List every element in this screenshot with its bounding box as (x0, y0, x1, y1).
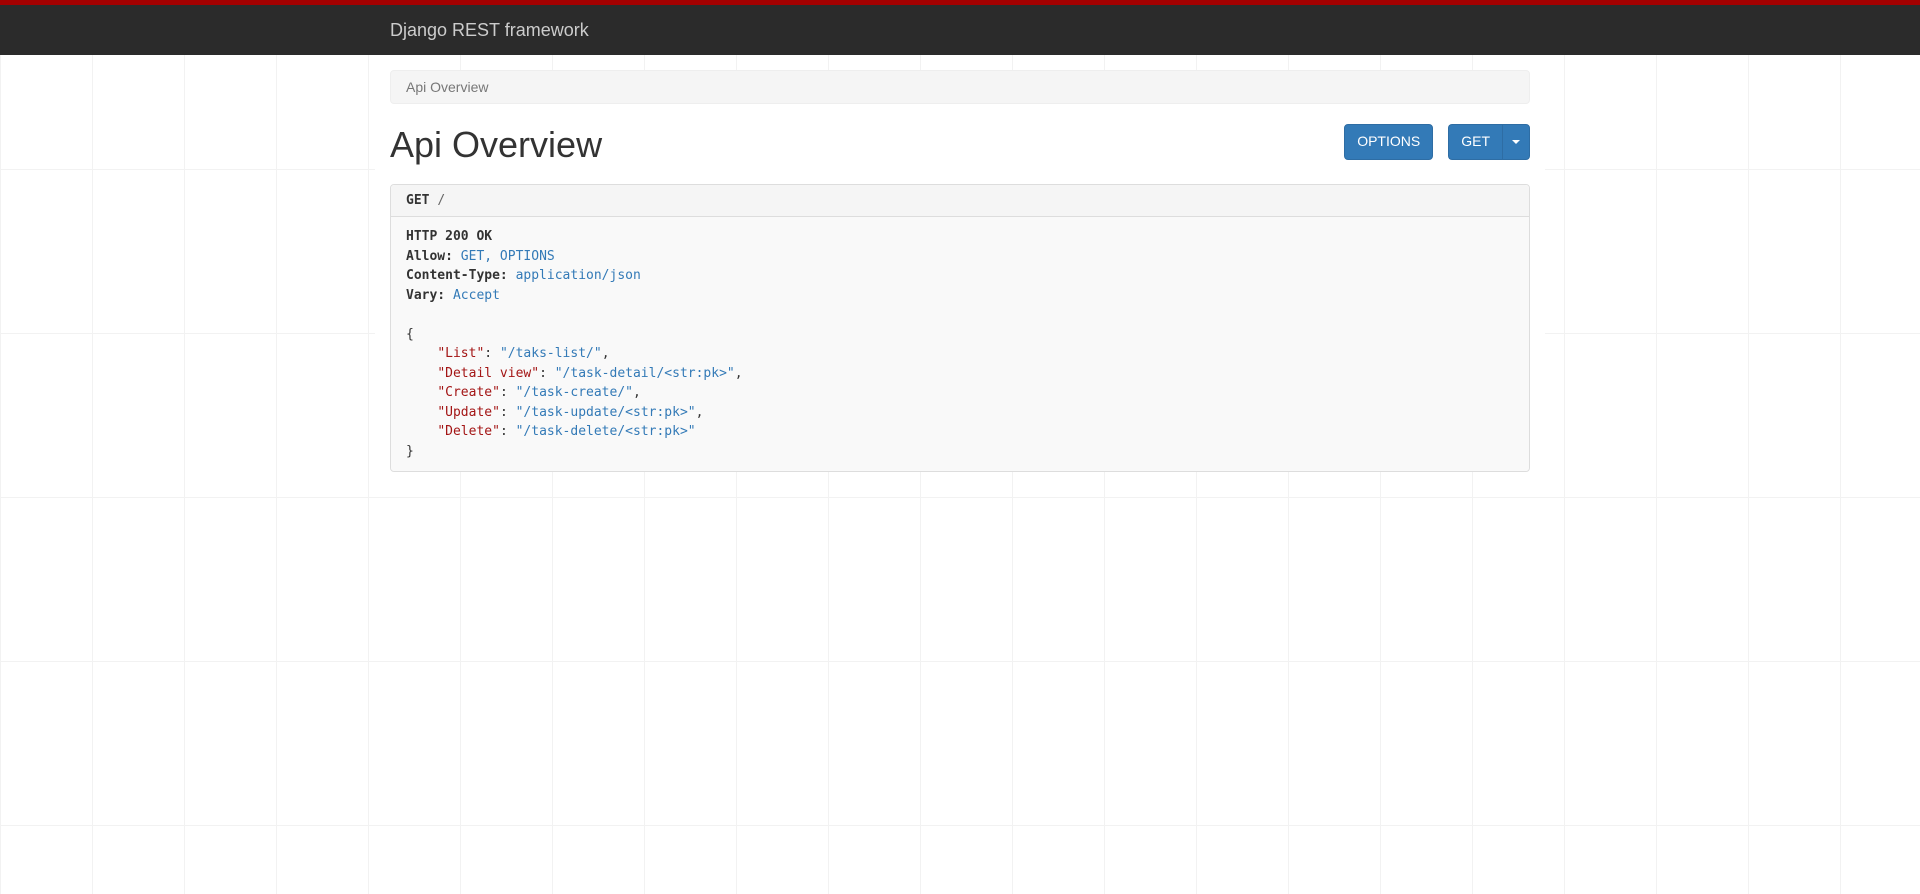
header-allow-name: Allow: (406, 249, 453, 264)
request-line: GET / (391, 185, 1529, 217)
json-comma: , (602, 346, 610, 361)
options-button[interactable]: OPTIONS (1344, 124, 1433, 160)
header-vary-name: Vary: (406, 288, 445, 303)
json-key: "Update" (437, 405, 500, 420)
json-brace-close: } (406, 444, 414, 459)
json-key: "Create" (437, 385, 500, 400)
header-ctype-value: application/json (516, 268, 641, 283)
json-colon: : (484, 346, 492, 361)
get-dropdown-toggle[interactable] (1502, 124, 1530, 160)
breadcrumb-item[interactable]: Api Overview (406, 79, 488, 95)
header-allow-value: GET, OPTIONS (461, 249, 555, 264)
json-colon: : (500, 385, 508, 400)
json-value: "/task-create/" (516, 385, 633, 400)
json-brace-open: { (406, 327, 414, 342)
json-comma: , (735, 366, 743, 381)
json-comma: , (633, 385, 641, 400)
get-button[interactable]: GET (1448, 124, 1502, 160)
response-body: HTTP 200 OK Allow: GET, OPTIONS Content-… (391, 217, 1529, 471)
breadcrumb: Api Overview (390, 70, 1530, 104)
json-comma: , (696, 405, 704, 420)
json-key: "Detail view" (437, 366, 539, 381)
json-value: "/taks-list/" (500, 346, 602, 361)
chevron-down-icon (1512, 140, 1520, 144)
json-colon: : (539, 366, 547, 381)
json-value: "/task-delete/<str:pk>" (516, 424, 696, 439)
button-group: OPTIONS GET (1344, 124, 1530, 160)
response-panel: GET / HTTP 200 OK Allow: GET, OPTIONS Co… (390, 184, 1530, 472)
request-method: GET (406, 193, 429, 208)
header-vary-value: Accept (453, 288, 500, 303)
json-key: "Delete" (437, 424, 500, 439)
json-colon: : (500, 424, 508, 439)
request-path: / (437, 193, 445, 208)
navbar: Django REST framework (0, 5, 1920, 55)
get-button-group: GET (1448, 124, 1530, 160)
header-ctype-name: Content-Type: (406, 268, 508, 283)
json-key: "List" (437, 346, 484, 361)
json-value: "/task-detail/<str:pk>" (555, 366, 735, 381)
page-title: Api Overview (390, 124, 602, 166)
brand-link[interactable]: Django REST framework (390, 20, 589, 40)
status-line: HTTP 200 OK (406, 229, 492, 244)
main-container: Api Overview Api Overview OPTIONS GET GE… (375, 70, 1545, 472)
json-value: "/task-update/<str:pk>" (516, 405, 696, 420)
json-colon: : (500, 405, 508, 420)
header-row: Api Overview OPTIONS GET (390, 124, 1530, 166)
